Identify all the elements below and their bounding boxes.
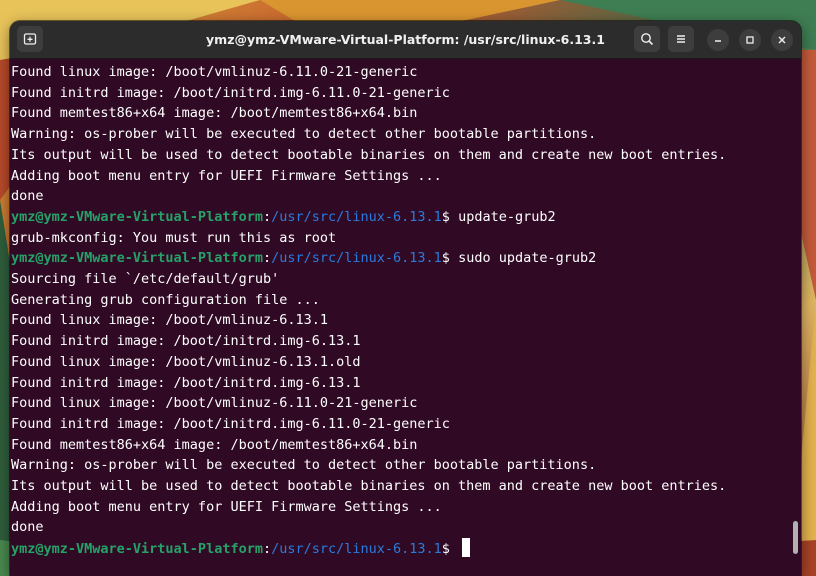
output-line: grub-mkconfig: You must run this as root [11,229,337,246]
prompt-line: ymz@ymz-VMware-Virtual-Platform:/usr/src… [11,207,556,227]
output-line: Found initrd image: /boot/initrd.img-6.1… [11,333,361,350]
prompt-path: /usr/src/linux-6.13.1 [271,250,442,267]
command-text: update-grub2 [449,208,556,225]
output-line: Its output will be used to detect bootab… [11,146,727,163]
output-line: Found memtest86+x64 image: /boot/memtest… [11,105,418,122]
prompt-symbol: $ [441,208,450,225]
new-tab-button[interactable] [17,26,43,52]
maximize-icon [746,36,754,44]
output-line: Found linux image: /boot/vmlinuz-6.13.1 [11,312,328,329]
output-line: Found initrd image: /boot/initrd.img-6.1… [11,84,450,101]
terminal-output[interactable]: Found linux image: /boot/vmlinuz-6.11.0-… [10,59,792,576]
output-line: done [11,519,44,536]
prompt-line: ymz@ymz-VMware-Virtual-Platform:/usr/src… [11,248,596,268]
maximize-button[interactable] [739,29,761,51]
search-button[interactable] [634,26,660,52]
prompt-colon: : [262,208,272,225]
output-line: Found initrd image: /boot/initrd.img-6.1… [11,374,361,391]
output-line: Found initrd image: /boot/initrd.img-6.1… [11,415,450,432]
prompt-user-host: ymz@ymz-VMware-Virtual-Platform [11,250,263,267]
output-line: Sourcing file `/etc/default/grub' [11,271,280,287]
prompt-colon: : [262,541,272,558]
output-line: Found linux image: /boot/vmlinuz-6.13.1.… [11,353,361,370]
output-line: Found linux image: /boot/vmlinuz-6.11.0-… [11,64,418,80]
close-button[interactable] [771,29,793,51]
close-icon [778,36,786,44]
prompt-symbol: $ [441,541,450,558]
command-text [450,541,458,557]
output-line: Adding boot menu entry for UEFI Firmware… [11,167,442,184]
output-line: Warning: os-prober will be executed to d… [11,126,597,143]
prompt-user-host: ymz@ymz-VMware-Virtual-Platform [11,541,263,558]
scrollbar-thumb[interactable] [793,521,798,554]
command-text: sudo update-grub2 [449,250,597,267]
output-line: Generating grub configuration file ... [11,291,320,308]
output-line: Found memtest86+x64 image: /boot/memtest… [11,436,418,453]
prompt-user-host: ymz@ymz-VMware-Virtual-Platform [11,208,263,225]
minimize-button[interactable] [707,29,729,51]
hamburger-menu-icon [677,35,685,43]
minimize-icon [715,40,721,42]
prompt-path: /usr/src/linux-6.13.1 [271,541,442,558]
search-icon [641,33,654,46]
text-cursor [462,538,471,558]
output-line: Adding boot menu entry for UEFI Firmware… [11,498,442,515]
output-line: Found linux image: /boot/vmlinuz-6.11.0-… [11,395,418,412]
menu-button[interactable] [668,26,694,52]
prompt-line: ymz@ymz-VMware-Virtual-Platform:/usr/src… [11,538,471,558]
prompt-symbol: $ [441,250,450,267]
output-line: Warning: os-prober will be executed to d… [11,457,597,474]
prompt-colon: : [262,250,272,267]
new-tab-icon [23,33,37,45]
output-line: done [11,188,44,205]
prompt-path: /usr/src/linux-6.13.1 [271,208,442,225]
output-line: Its output will be used to detect bootab… [11,478,727,494]
title-bar[interactable]: ymz@ymz-VMware-Virtual-Platform: /usr/sr… [10,21,801,59]
terminal-window: ymz@ymz-VMware-Virtual-Platform: /usr/sr… [10,21,801,576]
